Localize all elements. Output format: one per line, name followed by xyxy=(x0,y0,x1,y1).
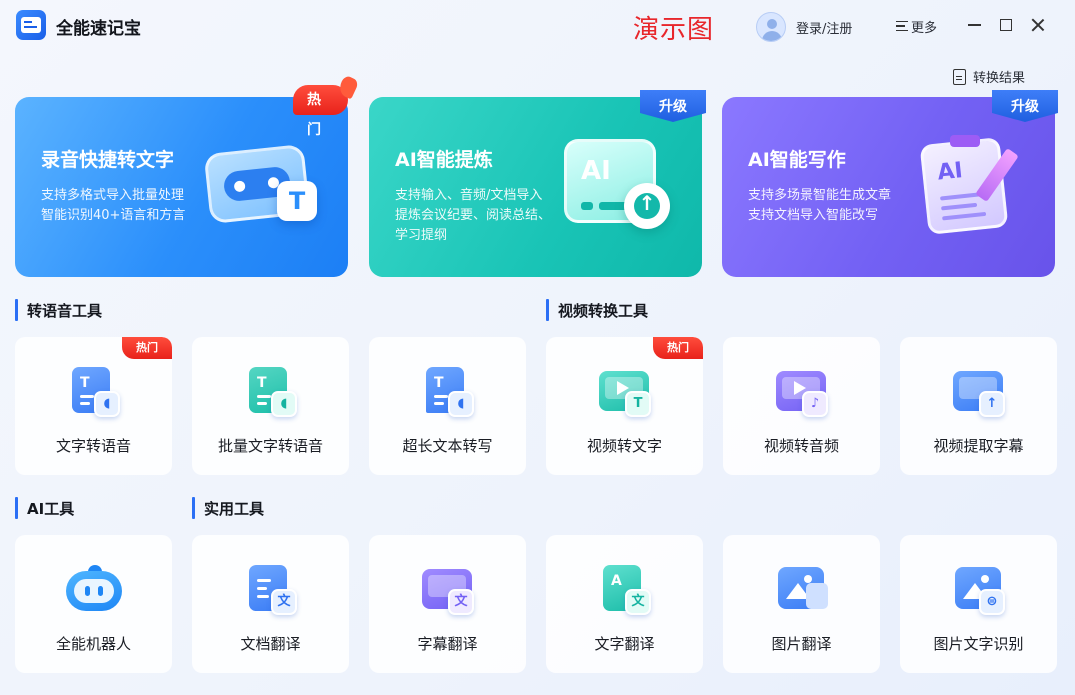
hot-badge: 热门 xyxy=(653,337,703,359)
tool-robot[interactable]: 全能机器人 xyxy=(15,535,172,673)
tool-label: 超长文本转写 xyxy=(402,437,493,455)
tool-subtitle-translate[interactable]: 文 字幕翻译 xyxy=(369,535,526,673)
tool-image-ocr[interactable]: ⊜ 图片文字识别 xyxy=(900,535,1057,673)
tool-label: 图片文字识别 xyxy=(933,635,1024,653)
conversion-results-link[interactable]: 转换结果 xyxy=(953,67,1025,86)
recorder-illustration-icon: T xyxy=(203,141,323,241)
close-button[interactable] xyxy=(1027,14,1049,36)
document-icon xyxy=(953,68,966,85)
robot-icon xyxy=(66,565,122,615)
ai-writing-illustration-icon: AI xyxy=(919,135,1036,239)
tool-video-to-text[interactable]: T 视频转文字 热门 xyxy=(546,337,703,475)
upgrade-badge: 升级 xyxy=(640,90,706,122)
tool-label: 全能机器人 xyxy=(55,635,131,653)
text-translate-icon: A 文 xyxy=(599,565,651,615)
hero-desc-line: 学习提纲 xyxy=(395,228,448,243)
maximize-icon xyxy=(1000,19,1012,31)
hero-card-recording-to-text[interactable]: 录音快捷转文字 支持多格式导入批量处理 智能识别40+语言和方言 T 热门 xyxy=(15,85,348,277)
section-header-tts: 转语音工具 xyxy=(15,299,102,321)
doc-translate-icon: 文 xyxy=(245,565,297,615)
tool-label: 批量文字转语音 xyxy=(217,437,323,455)
tool-doc-translate[interactable]: 文 文档翻译 xyxy=(192,535,349,673)
upgrade-badge: 升级 xyxy=(992,90,1058,122)
hero-title: AI智能提炼 xyxy=(395,149,493,171)
hero-desc-line: 支持多场景智能生成文章 xyxy=(748,188,892,203)
hero-card-ai-writing[interactable]: AI智能写作 支持多场景智能生成文章 支持文档导入智能改写 AI 升级 xyxy=(722,90,1058,277)
video-to-audio-icon: ♪ xyxy=(776,367,828,417)
minimize-icon xyxy=(967,24,981,26)
tool-text-to-speech[interactable]: T ◖ 文字转语音 热门 xyxy=(15,337,172,475)
tool-video-to-audio[interactable]: ♪ 视频转音频 xyxy=(723,337,880,475)
hamburger-icon xyxy=(896,21,908,31)
section-header-ai: AI工具 xyxy=(15,497,74,519)
tool-label: 字幕翻译 xyxy=(417,635,478,653)
section-header-video: 视频转换工具 xyxy=(546,299,648,321)
conversion-results-label: 转换结果 xyxy=(973,71,1026,86)
minimize-button[interactable] xyxy=(963,14,985,36)
section-header-util: 实用工具 xyxy=(192,497,264,519)
hero-desc-line: 提炼会议纪要、阅读总结、 xyxy=(395,208,552,223)
hero-desc-line: 支持文档导入智能改写 xyxy=(748,208,879,223)
more-label: 更多 xyxy=(911,20,938,36)
more-button[interactable]: 更多 xyxy=(896,16,937,36)
hero-desc-line: 支持多格式导入批量处理 xyxy=(41,188,185,203)
tool-label: 视频转音频 xyxy=(763,437,839,455)
hot-badge: 热门 xyxy=(122,337,172,359)
hero-desc-line: 支持输入、音频/文档导入 xyxy=(395,188,543,203)
tool-label: 视频转文字 xyxy=(586,437,662,455)
tool-text-translate[interactable]: A 文 文字翻译 xyxy=(546,535,703,673)
tool-label: 文档翻译 xyxy=(240,635,301,653)
video-to-text-icon: T xyxy=(599,367,651,417)
long-text-icon: T ◖ xyxy=(422,367,474,417)
hot-badge: 热门 xyxy=(293,85,348,138)
hero-title: AI智能写作 xyxy=(748,149,846,171)
maximize-button[interactable] xyxy=(995,14,1017,36)
tool-extract-subtitle[interactable]: ↑ 视频提取字幕 xyxy=(900,337,1057,475)
tool-label: 文字翻译 xyxy=(594,635,655,653)
tool-label: 视频提取字幕 xyxy=(933,437,1024,455)
avatar[interactable] xyxy=(756,12,786,42)
tool-long-text[interactable]: T ◖ 超长文本转写 xyxy=(369,337,526,475)
tool-image-translate[interactable]: 图片翻译 xyxy=(723,535,880,673)
hero-card-ai-extract[interactable]: AI智能提炼 支持输入、音频/文档导入 提炼会议纪要、阅读总结、 学习提纲 AI… xyxy=(369,90,706,277)
app-logo-icon xyxy=(16,10,46,40)
image-ocr-icon: ⊜ xyxy=(953,565,1005,615)
ai-screen-illustration-icon: AI xyxy=(564,135,684,235)
extract-subtitle-icon: ↑ xyxy=(953,367,1005,417)
image-translate-icon xyxy=(776,565,828,615)
hero-title: 录音快捷转文字 xyxy=(41,149,175,171)
hero-desc-line: 智能识别40+语言和方言 xyxy=(41,208,186,223)
tool-label: 图片翻译 xyxy=(771,635,832,653)
batch-text-to-speech-icon: T ◖ xyxy=(245,367,297,417)
login-link[interactable]: 登录/注册 xyxy=(796,18,852,37)
tool-batch-text-to-speech[interactable]: T ◖ 批量文字转语音 xyxy=(192,337,349,475)
tool-label: 文字转语音 xyxy=(55,437,131,455)
text-to-speech-icon: T ◖ xyxy=(68,367,120,417)
demo-watermark: 演示图 xyxy=(633,15,715,45)
subtitle-translate-icon: 文 xyxy=(422,565,474,615)
title-bar: 全能速记宝 演示图 登录/注册 更多 xyxy=(0,0,1075,52)
close-icon xyxy=(1031,18,1045,32)
app-title: 全能速记宝 xyxy=(56,19,141,39)
